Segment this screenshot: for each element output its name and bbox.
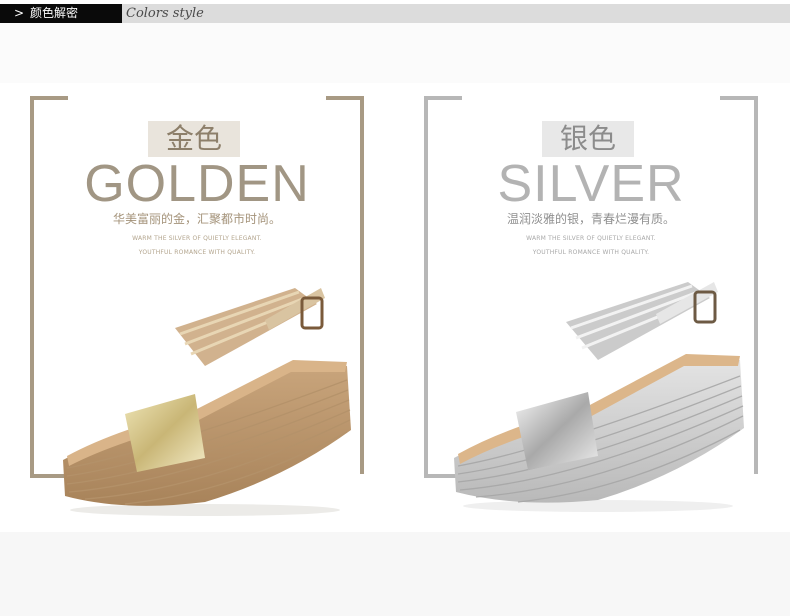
chevron-right-icon: > — [14, 6, 25, 20]
bottom-band — [0, 532, 790, 616]
color-subtext-line-1: WARM THE SILVER OF QUIETLY ELEGANT. — [132, 235, 262, 242]
color-subtext-line-1: WARM THE SILVER OF QUIETLY ELEGANT. — [526, 235, 656, 242]
color-subtext-line-2: YOUTHFUL ROMANCE WITH QUALITY. — [138, 249, 256, 256]
section-header-english: Colors style — [126, 6, 204, 21]
golden-wedge-sandal-image — [63, 288, 351, 516]
top-band — [0, 23, 790, 83]
silver-wedge-sandal-image — [454, 282, 744, 512]
color-subtext-line-2: YOUTHFUL ROMANCE WITH QUALITY. — [532, 249, 650, 256]
color-name-en: GOLDEN — [84, 155, 310, 213]
section-header-label: 颜色解密 — [30, 6, 79, 20]
color-tagline: 温润淡雅的银，青春烂漫有质。 — [506, 212, 675, 226]
color-name-cn: 银色 — [542, 121, 634, 157]
color-name-en: SILVER — [497, 155, 685, 213]
section-header-tag: > 颜色解密 — [0, 4, 122, 23]
color-tagline: 华美富丽的金，汇聚都市时尚。 — [112, 212, 281, 226]
color-name-cn: 金色 — [148, 121, 240, 157]
